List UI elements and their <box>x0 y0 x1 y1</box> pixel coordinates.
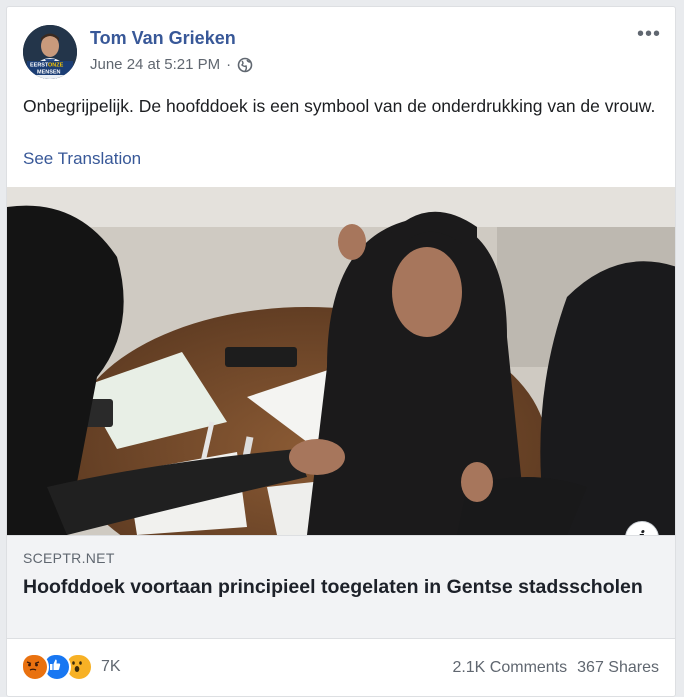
more-options-icon[interactable]: ••• <box>637 23 661 46</box>
engagement-stats: 2.1K Comments 367 Shares <box>452 659 659 677</box>
post-text: Onbegrijpelijk. De hoofddoek is een symb… <box>23 96 656 116</box>
svg-text:EERST: EERST <box>30 63 49 69</box>
reactions-summary[interactable]: 7K <box>21 653 121 681</box>
post-timestamp[interactable]: June 24 at 5:21 PM <box>90 56 220 73</box>
avatar-photo: EERST ONZE MENSEN <box>23 25 77 79</box>
comments-count[interactable]: 2.1K Comments <box>452 659 567 677</box>
link-preview-image[interactable] <box>7 187 675 535</box>
author-name[interactable]: Tom Van Grieken <box>90 28 236 49</box>
link-preview[interactable]: SCEPTR.NET Hoofddoek voortaan principiee… <box>7 535 675 639</box>
see-translation-link[interactable]: See Translation <box>23 149 141 169</box>
post-meta: June 24 at 5:21 PM · <box>90 56 253 73</box>
author-avatar[interactable]: EERST ONZE MENSEN <box>23 25 77 79</box>
link-domain: SCEPTR.NET <box>23 550 115 566</box>
reaction-count[interactable]: 7K <box>101 658 121 676</box>
meta-separator: · <box>226 56 232 73</box>
post-card: EERST ONZE MENSEN Tom Van Grieken June 2… <box>6 6 676 697</box>
shares-count[interactable]: 367 Shares <box>577 659 659 677</box>
svg-text:MENSEN: MENSEN <box>37 70 61 76</box>
angry-reaction-icon <box>21 653 49 681</box>
globe-icon[interactable] <box>237 57 253 73</box>
students-photo <box>7 187 675 535</box>
svg-text:ONZE: ONZE <box>48 63 64 69</box>
link-title[interactable]: Hoofddoek voortaan principieel toegelate… <box>23 574 643 600</box>
